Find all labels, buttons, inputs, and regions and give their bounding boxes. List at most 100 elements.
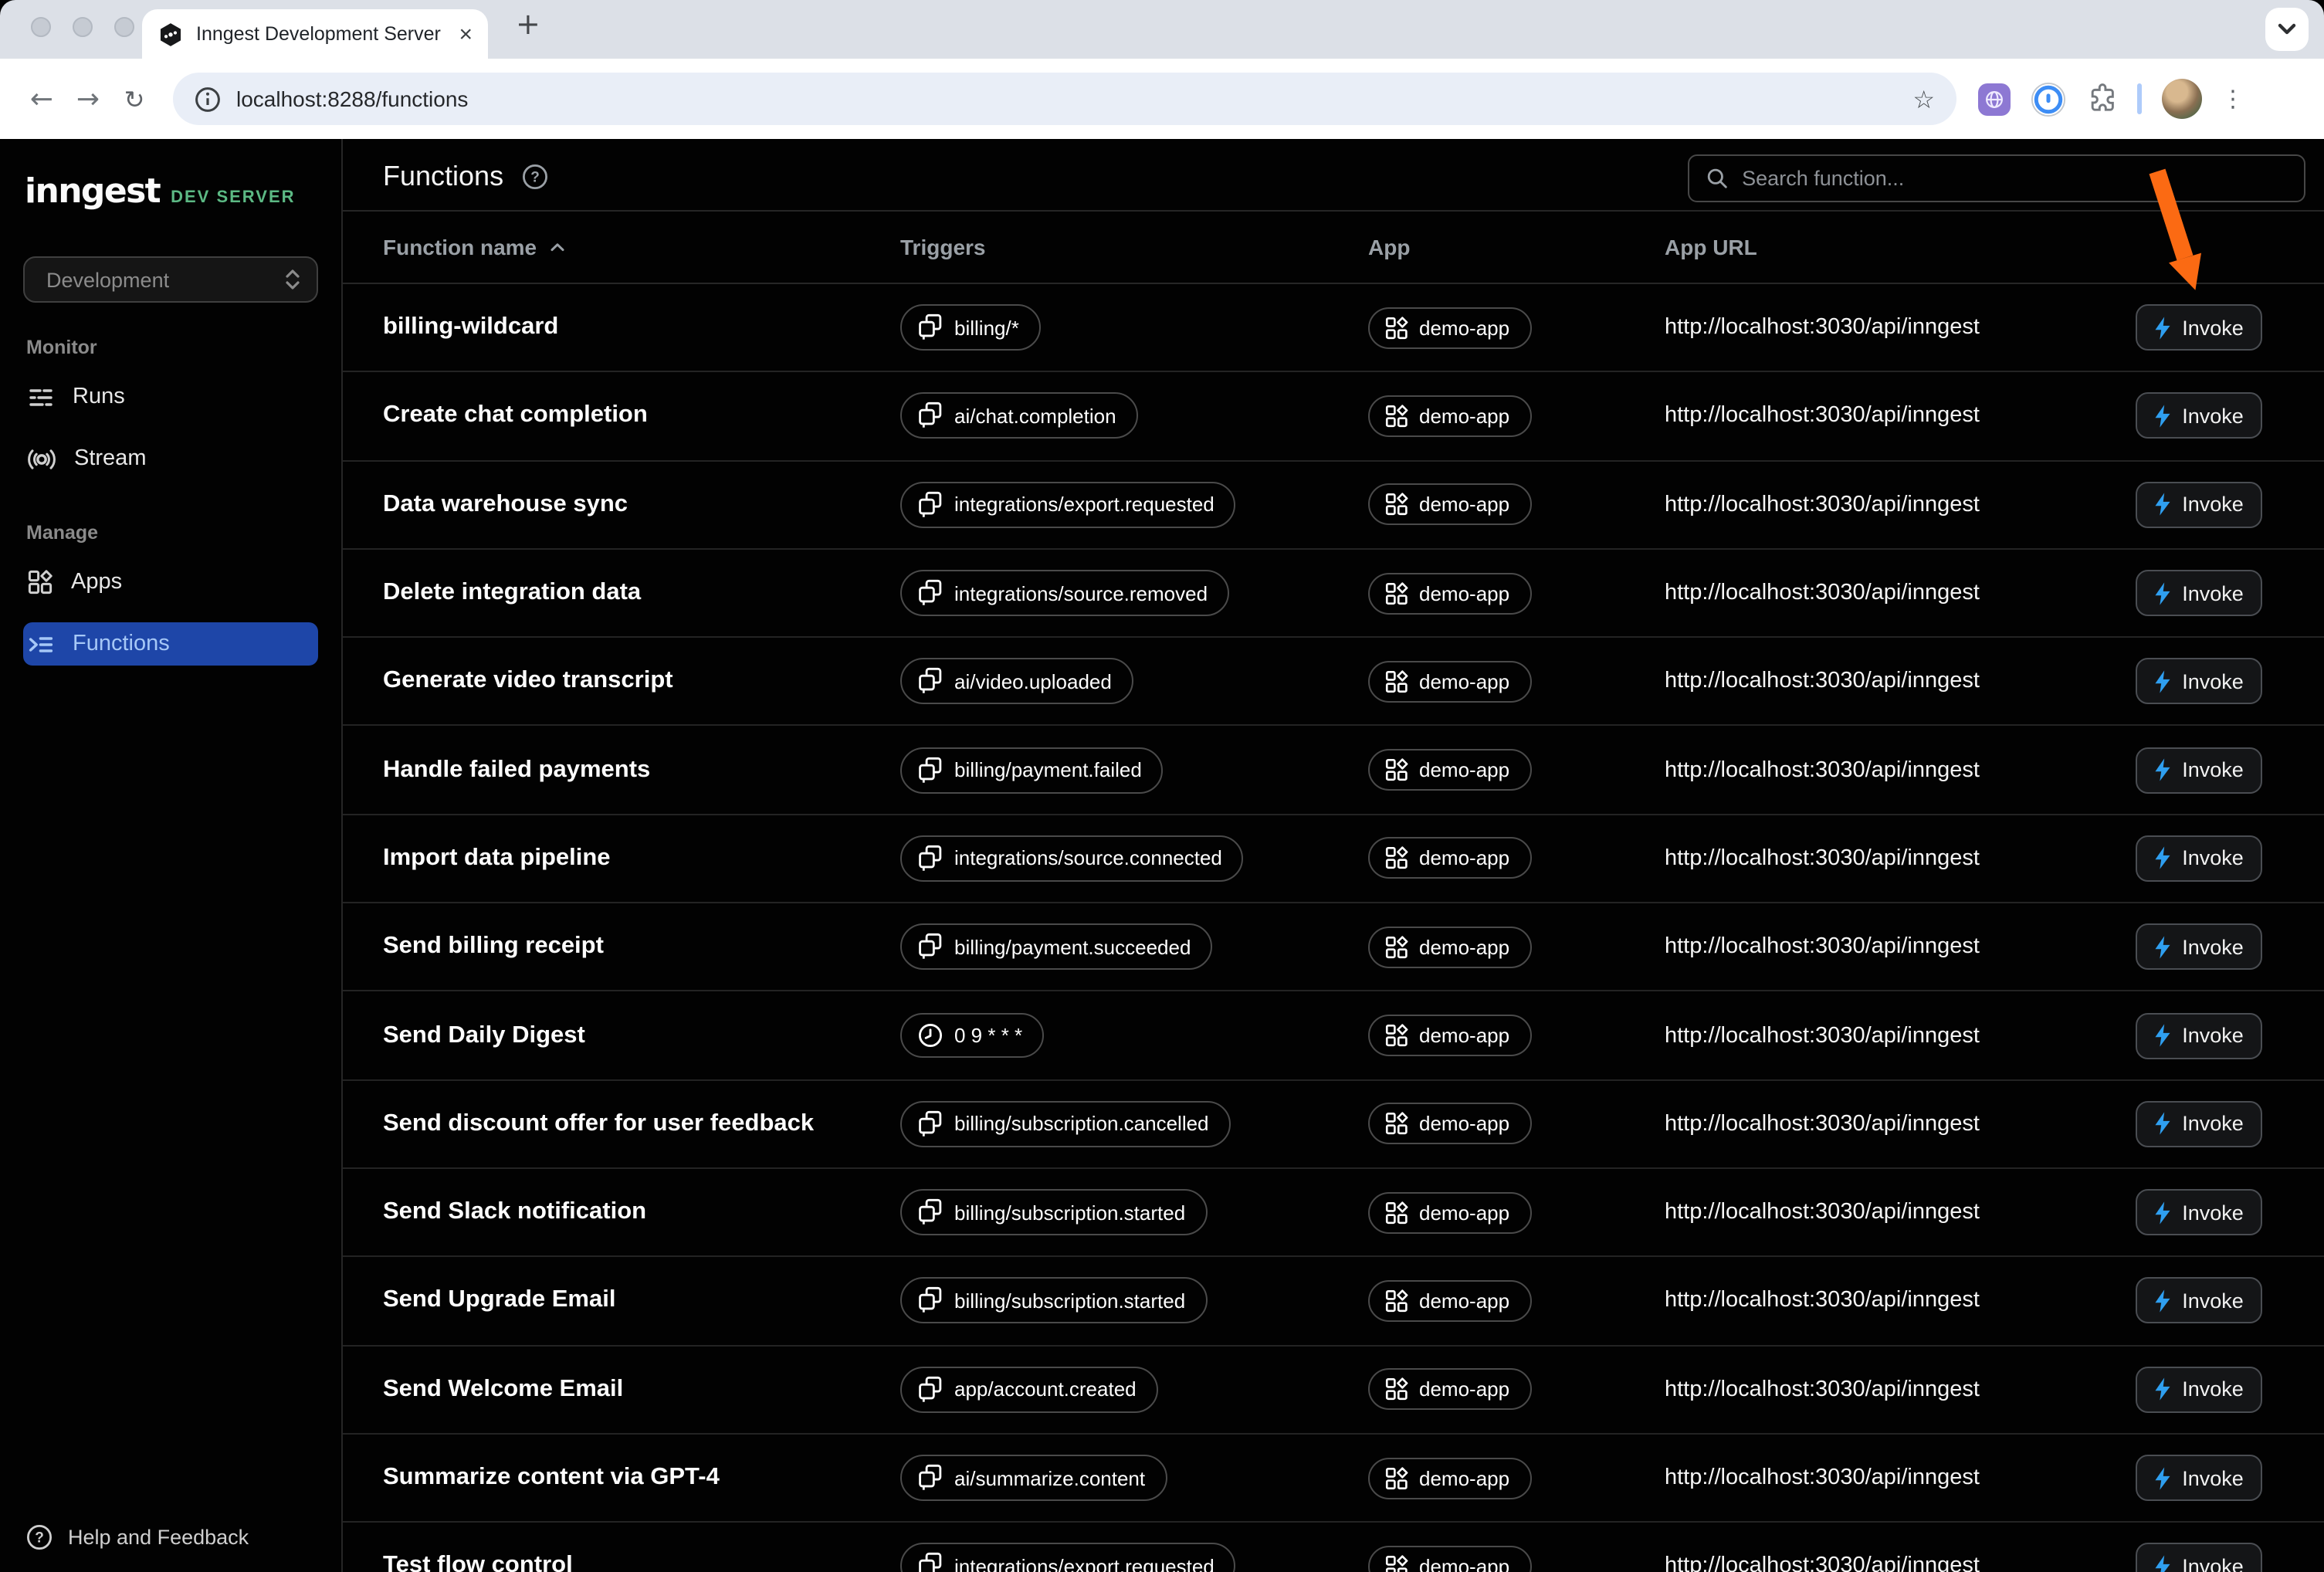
app-badge: demo-app bbox=[1368, 1546, 1531, 1572]
event-trigger-icon bbox=[917, 1553, 943, 1572]
invoke-label: Invoke bbox=[2182, 1113, 2244, 1136]
invoke-button[interactable]: Invoke bbox=[2136, 747, 2262, 793]
column-app-url: App URL bbox=[1665, 235, 2136, 259]
function-name[interactable]: Handle failed payments bbox=[383, 756, 900, 784]
trigger-badge: billing/* bbox=[900, 304, 1041, 351]
app-url: http://localhost:3030/api/inngest bbox=[1665, 315, 2136, 340]
invoke-button[interactable]: Invoke bbox=[2136, 1543, 2262, 1572]
function-name[interactable]: Send Slack notification bbox=[383, 1198, 900, 1226]
sidebar-item-apps[interactable]: Apps bbox=[23, 561, 318, 604]
app-label: demo-app bbox=[1419, 1377, 1509, 1401]
bookmark-star-icon[interactable]: ☆ bbox=[1912, 84, 1935, 113]
function-name[interactable]: Data warehouse sync bbox=[383, 490, 900, 518]
help-label: Help and Feedback bbox=[68, 1526, 249, 1549]
site-info-icon[interactable] bbox=[195, 86, 221, 112]
bolt-icon bbox=[2154, 1289, 2171, 1313]
sidebar-item-stream[interactable]: Stream bbox=[23, 437, 318, 480]
trigger-label: 0 9 * * * bbox=[954, 1024, 1022, 1047]
help-and-feedback[interactable]: ? Help and Feedback bbox=[26, 1524, 249, 1550]
close-window-button[interactable] bbox=[31, 17, 51, 37]
app-badge: demo-app bbox=[1368, 838, 1531, 879]
app-label: demo-app bbox=[1419, 1289, 1509, 1313]
back-button[interactable]: ← bbox=[19, 83, 65, 115]
sidebar-item-functions[interactable]: Functions bbox=[23, 622, 318, 666]
address-bar[interactable]: localhost:8288/functions ☆ bbox=[173, 73, 1956, 125]
toolbar-divider bbox=[2137, 83, 2141, 114]
app-grid-icon bbox=[1385, 1289, 1408, 1313]
app-badge: demo-app bbox=[1368, 1191, 1531, 1233]
dev-server-badge: DEV SERVER bbox=[171, 188, 295, 207]
function-name[interactable]: Delete integration data bbox=[383, 579, 900, 607]
trigger-label: billing/payment.failed bbox=[954, 758, 1142, 781]
browser-menu-icon[interactable]: ⋮ bbox=[2221, 85, 2244, 113]
password-manager-icon[interactable] bbox=[2031, 81, 2066, 117]
invoke-button[interactable]: Invoke bbox=[2136, 659, 2262, 705]
search-input[interactable] bbox=[1742, 167, 2287, 190]
table-row: Send Slack notification billing/subscrip… bbox=[343, 1169, 2324, 1258]
function-name[interactable]: Send Upgrade Email bbox=[383, 1287, 900, 1315]
function-name[interactable]: Send Welcome Email bbox=[383, 1375, 900, 1403]
extension-icon[interactable] bbox=[1978, 83, 2011, 115]
browser-tab[interactable]: Inngest Development Server × bbox=[142, 9, 488, 59]
trigger-label: integrations/source.removed bbox=[954, 581, 1208, 605]
url-text[interactable]: localhost:8288/functions bbox=[236, 86, 1897, 111]
function-name[interactable]: Send Daily Digest bbox=[383, 1021, 900, 1049]
reload-button[interactable]: ↻ bbox=[111, 84, 158, 113]
invoke-button[interactable]: Invoke bbox=[2136, 570, 2262, 616]
invoke-button[interactable]: Invoke bbox=[2136, 1101, 2262, 1147]
close-tab-icon[interactable]: × bbox=[459, 22, 473, 46]
minimize-window-button[interactable] bbox=[73, 17, 93, 37]
window-controls[interactable] bbox=[31, 17, 134, 37]
app-badge: demo-app bbox=[1368, 1457, 1531, 1499]
app-label: demo-app bbox=[1419, 847, 1509, 870]
profile-avatar[interactable] bbox=[2161, 79, 2201, 119]
toolbar-extensions: ⋮ bbox=[1978, 79, 2244, 119]
function-name[interactable]: Create chat completion bbox=[383, 402, 900, 430]
environment-select[interactable]: Development bbox=[23, 256, 318, 303]
zoom-window-button[interactable] bbox=[114, 17, 134, 37]
runs-icon bbox=[28, 384, 54, 410]
sidebar-item-runs[interactable]: Runs bbox=[23, 375, 318, 418]
event-trigger-icon bbox=[917, 1375, 943, 1403]
help-circle-icon[interactable]: ? bbox=[522, 164, 548, 190]
forward-button[interactable]: → bbox=[65, 83, 111, 115]
bolt-icon bbox=[2154, 1201, 2171, 1224]
invoke-button[interactable]: Invoke bbox=[2136, 393, 2262, 439]
function-name[interactable]: billing-wildcard bbox=[383, 313, 900, 341]
invoke-button[interactable]: Invoke bbox=[2136, 1012, 2262, 1059]
function-name[interactable]: Generate video transcript bbox=[383, 668, 900, 696]
trigger-badge: integrations/source.connected bbox=[900, 835, 1244, 882]
tab-search-button[interactable] bbox=[2265, 8, 2309, 51]
bolt-icon bbox=[2154, 1024, 2171, 1047]
invoke-button[interactable]: Invoke bbox=[2136, 481, 2262, 527]
trigger-label: billing/subscription.started bbox=[954, 1289, 1185, 1313]
trigger-badge: integrations/export.requested bbox=[900, 481, 1236, 527]
new-tab-button[interactable]: + bbox=[516, 8, 540, 42]
invoke-button[interactable]: Invoke bbox=[2136, 1278, 2262, 1324]
invoke-button[interactable]: Invoke bbox=[2136, 923, 2262, 970]
column-app: App bbox=[1368, 235, 1665, 259]
app-grid-icon bbox=[1385, 670, 1408, 693]
function-name[interactable]: Summarize content via GPT-4 bbox=[383, 1464, 900, 1492]
table-row: Send discount offer for user feedback bi… bbox=[343, 1080, 2324, 1169]
bolt-icon bbox=[2154, 1377, 2171, 1401]
function-name[interactable]: Import data pipeline bbox=[383, 845, 900, 872]
extensions-puzzle-icon[interactable] bbox=[2086, 83, 2117, 114]
sort-ascending-icon[interactable] bbox=[549, 242, 564, 252]
function-name[interactable]: Test flow control bbox=[383, 1553, 900, 1572]
app-badge: demo-app bbox=[1368, 749, 1531, 791]
function-name[interactable]: Send billing receipt bbox=[383, 933, 900, 960]
invoke-button[interactable]: Invoke bbox=[2136, 1455, 2262, 1501]
table-row: Send Upgrade Email billing/subscription.… bbox=[343, 1258, 2324, 1347]
invoke-button[interactable]: Invoke bbox=[2136, 835, 2262, 882]
column-function-name[interactable]: Function name bbox=[383, 235, 537, 259]
table-row: Data warehouse sync integrations/export.… bbox=[343, 461, 2324, 550]
app-badge: demo-app bbox=[1368, 1368, 1531, 1410]
event-trigger-icon bbox=[917, 668, 943, 696]
invoke-button[interactable]: Invoke bbox=[2136, 304, 2262, 351]
function-name[interactable]: Send discount offer for user feedback bbox=[383, 1110, 900, 1138]
invoke-button[interactable]: Invoke bbox=[2136, 1366, 2262, 1412]
search-box[interactable] bbox=[1688, 154, 2305, 202]
trigger-badge: ai/summarize.content bbox=[900, 1455, 1167, 1501]
invoke-button[interactable]: Invoke bbox=[2136, 1189, 2262, 1235]
